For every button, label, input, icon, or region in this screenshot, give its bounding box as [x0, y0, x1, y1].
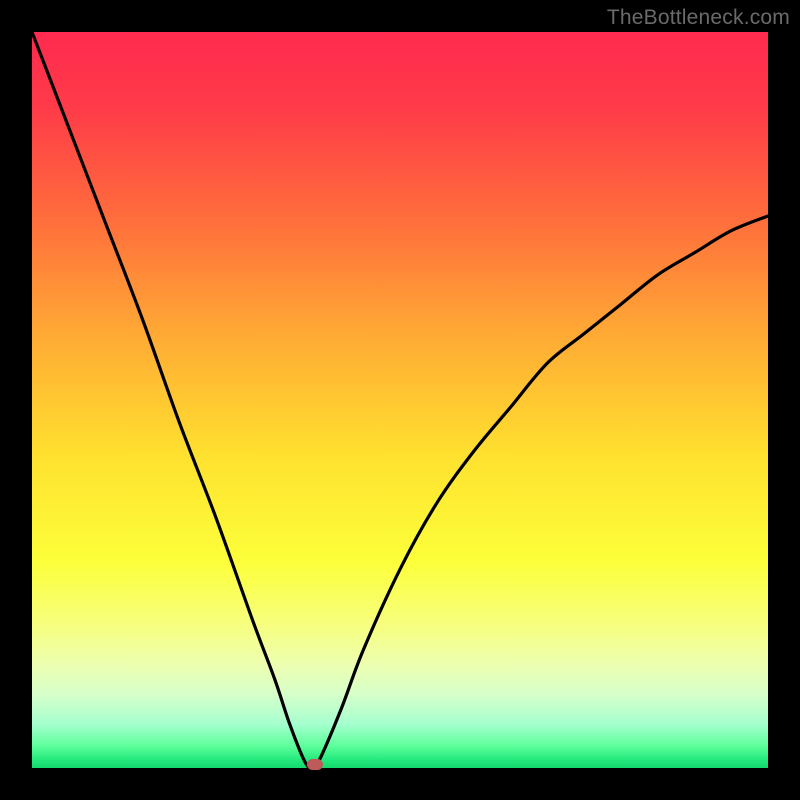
- min-marker: [307, 759, 323, 770]
- chart-frame: TheBottleneck.com: [0, 0, 800, 800]
- watermark-text: TheBottleneck.com: [607, 6, 790, 30]
- curve-path: [32, 32, 768, 768]
- chart-curve: [32, 32, 768, 768]
- chart-plot-area: [32, 32, 768, 768]
